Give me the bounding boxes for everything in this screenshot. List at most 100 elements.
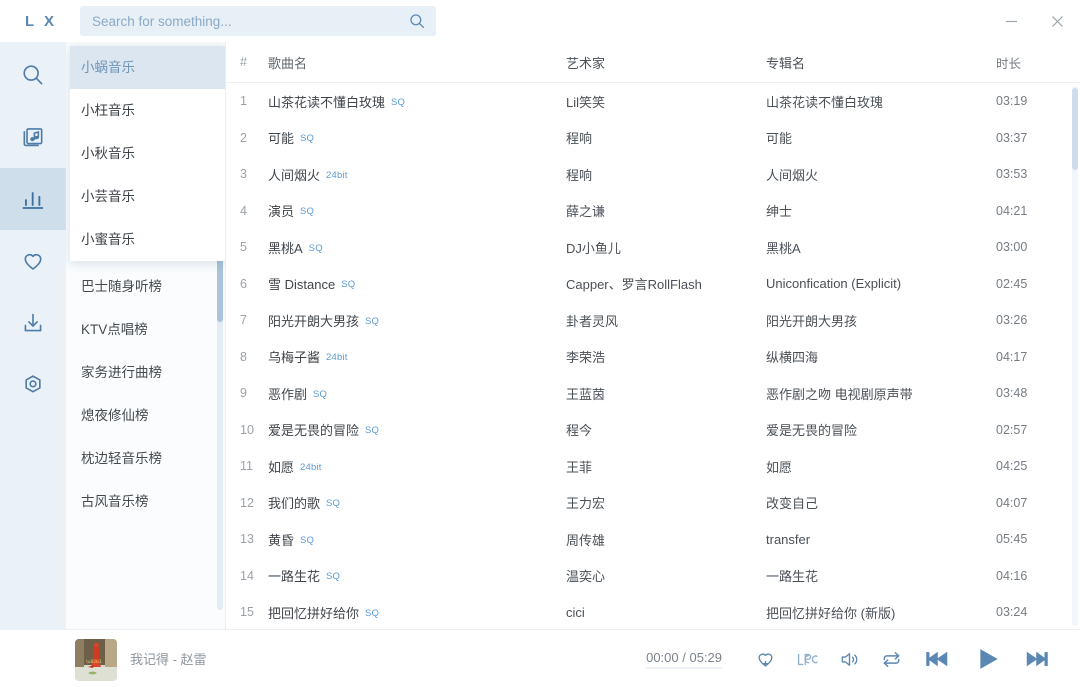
- song-title: 如愿: [268, 459, 295, 475]
- heart-plus-icon: [754, 648, 777, 671]
- quality-badge: 24bit: [300, 461, 322, 473]
- table-row[interactable]: 7 阳光开朗大男孩 SQ 卦者灵风 阳光开朗大男孩 03:26: [226, 302, 1080, 339]
- cell-song: 山茶花读不懂白玫瑰 SQ: [268, 92, 566, 111]
- cell-album: 纵横四海: [766, 350, 819, 366]
- previous-button[interactable]: [912, 638, 962, 680]
- search-bar[interactable]: [80, 6, 436, 36]
- app-logo: L X: [24, 12, 58, 30]
- progress-bar[interactable]: [646, 666, 722, 669]
- table-row[interactable]: 4 演员 SQ 薛之谦 绅士 04:21: [226, 193, 1080, 230]
- music-library-icon: [20, 124, 46, 150]
- song-title: 我们的歌: [268, 496, 321, 512]
- player-controls: 00:00 / 05:29: [646, 630, 1062, 687]
- header-index: #: [240, 55, 247, 69]
- ranking-list-panel: 铃声榜热评榜ACG新歌榜台湾KKBOX榜冬日暖心榜巴士随身听榜KTV点唱榜家务进…: [66, 42, 226, 629]
- table-row[interactable]: 13 黄昏 SQ 周传雄 transfer 05:45: [226, 521, 1080, 558]
- cell-artist: 李荣浩: [566, 350, 606, 366]
- quality-badge: SQ: [313, 388, 328, 400]
- quality-badge: SQ: [365, 607, 380, 619]
- cell-duration: 05:45: [996, 532, 1028, 547]
- cell-artist: Capper、罗言RollFlash: [566, 277, 702, 293]
- cell-artist: 卦者灵风: [566, 313, 619, 329]
- dropdown-option[interactable]: 小蜜音乐: [70, 218, 225, 261]
- song-title: 阳光开朗大男孩: [268, 313, 360, 329]
- table-row[interactable]: 14 一路生花 SQ 温奕心 一路生花 04:16: [226, 558, 1080, 595]
- cell-duration: 02:45: [996, 276, 1028, 291]
- sidebar-list-item[interactable]: 家务进行曲榜: [66, 351, 225, 394]
- cell-duration: 03:24: [996, 605, 1028, 620]
- minimize-button[interactable]: [988, 0, 1034, 42]
- chart-ranking-icon: [20, 186, 46, 212]
- cell-album: 一路生花: [766, 569, 819, 585]
- lyrics-button[interactable]: [786, 638, 828, 680]
- source-dropdown-menu[interactable]: 小蜗音乐 小枉音乐 小秋音乐 小芸音乐 小蜜音乐: [70, 46, 225, 261]
- search-input[interactable]: [92, 13, 408, 29]
- play-button[interactable]: [962, 638, 1012, 680]
- song-title: 可能: [268, 131, 295, 147]
- cell-song: 我们的歌 SQ: [268, 493, 566, 512]
- sidebar-item-downloads[interactable]: [0, 292, 66, 354]
- window-controls: [988, 0, 1080, 42]
- header-duration[interactable]: 时长: [996, 53, 1080, 72]
- header-song[interactable]: 歌曲名: [268, 53, 566, 72]
- cell-artist: 王力宏: [566, 496, 606, 512]
- table-row[interactable]: 2 可能 SQ 程响 可能 03:37: [226, 120, 1080, 157]
- cell-song: 一路生花 SQ: [268, 566, 566, 585]
- sidebar-item-search[interactable]: [0, 44, 66, 106]
- table-row[interactable]: 3 人间烟火 24bit 程响 人间烟火 03:53: [226, 156, 1080, 193]
- header-artist[interactable]: 艺术家: [566, 53, 766, 72]
- download-icon: [20, 310, 46, 336]
- table-row[interactable]: 5 黑桃A SQ DJ小鱼儿 黑桃A 03:00: [226, 229, 1080, 266]
- dropdown-option[interactable]: 小芸音乐: [70, 175, 225, 218]
- table-row[interactable]: 11 如愿 24bit 王菲 如愿 04:25: [226, 448, 1080, 485]
- sidebar-list-item[interactable]: 古风音乐榜: [66, 480, 225, 523]
- sidebar-item-settings[interactable]: [0, 354, 66, 416]
- sidebar-list-item[interactable]: 巴士随身听榜: [66, 265, 225, 308]
- next-icon: [1022, 644, 1052, 674]
- table-row[interactable]: 6 雪 Distance SQ Capper、罗言RollFlash Uniconfic…: [226, 266, 1080, 303]
- close-button[interactable]: [1034, 0, 1080, 42]
- next-button[interactable]: [1012, 638, 1062, 680]
- volume-icon: [838, 648, 861, 671]
- dropdown-option[interactable]: 小蜗音乐: [70, 46, 225, 89]
- add-to-favorites-button[interactable]: [744, 638, 786, 680]
- cell-duration: 04:07: [996, 495, 1028, 510]
- dropdown-option[interactable]: 小枉音乐: [70, 89, 225, 132]
- header-album[interactable]: 专辑名: [766, 53, 996, 72]
- song-title: 爱是无畏的冒险: [268, 423, 360, 439]
- sidebar-list-item[interactable]: 熄夜修仙榜: [66, 394, 225, 437]
- cell-index: 10: [240, 422, 254, 437]
- cell-album: 恶作剧之吻 电视剧原声带: [766, 386, 913, 402]
- song-title: 乌梅子酱: [268, 350, 321, 366]
- sidebar-item-favorites[interactable]: [0, 230, 66, 292]
- quality-badge: SQ: [308, 242, 323, 254]
- search-icon[interactable]: [408, 12, 426, 30]
- dropdown-option[interactable]: 小秋音乐: [70, 132, 225, 175]
- table-row[interactable]: 10 爱是无畏的冒险 SQ 程今 爱是无畏的冒险 02:57: [226, 412, 1080, 449]
- album-art[interactable]: \u82b1: [75, 639, 117, 681]
- table-row[interactable]: 9 恶作剧 SQ 王蓝茵 恶作剧之吻 电视剧原声带 03:48: [226, 375, 1080, 412]
- cell-song: 人间烟火 24bit: [268, 165, 566, 184]
- quality-badge: SQ: [365, 425, 380, 436]
- lrc-lyrics-icon: [795, 648, 820, 671]
- song-title: 恶作剧: [268, 386, 308, 402]
- sidebar-list-item[interactable]: 枕边轻音乐榜: [66, 437, 225, 480]
- sidebar-item-library[interactable]: [0, 106, 66, 168]
- cell-artist: 程响: [566, 131, 593, 147]
- volume-button[interactable]: [828, 638, 870, 680]
- table-row[interactable]: 8 乌梅子酱 24bit 李荣浩 纵横四海 04:17: [226, 339, 1080, 376]
- table-scrollbar-thumb[interactable]: [1072, 88, 1078, 170]
- quality-badge: SQ: [300, 133, 315, 144]
- main-body: 铃声榜热评榜ACG新歌榜台湾KKBOX榜冬日暖心榜巴士随身听榜KTV点唱榜家务进…: [0, 42, 1080, 629]
- table-row[interactable]: 15 把回忆拼好给你 SQ cici 把回忆拼好给你 (新版) 03:24: [226, 594, 1080, 629]
- sidebar-list-item[interactable]: KTV点唱榜: [66, 308, 225, 351]
- cell-index: 15: [240, 605, 254, 620]
- cell-index: 3: [240, 167, 247, 182]
- play-mode-button[interactable]: [870, 638, 912, 680]
- cell-album: 把回忆拼好给你 (新版): [766, 605, 896, 621]
- table-row[interactable]: 1 山茶花读不懂白玫瑰 SQ Lil笑笑 山茶花读不懂白玫瑰 03:19: [226, 83, 1080, 120]
- cell-index: 1: [240, 94, 247, 109]
- sidebar-item-ranking[interactable]: [0, 168, 66, 230]
- table-row[interactable]: 12 我们的歌 SQ 王力宏 改变自己 04:07: [226, 485, 1080, 522]
- title-bar: L X: [0, 0, 1080, 42]
